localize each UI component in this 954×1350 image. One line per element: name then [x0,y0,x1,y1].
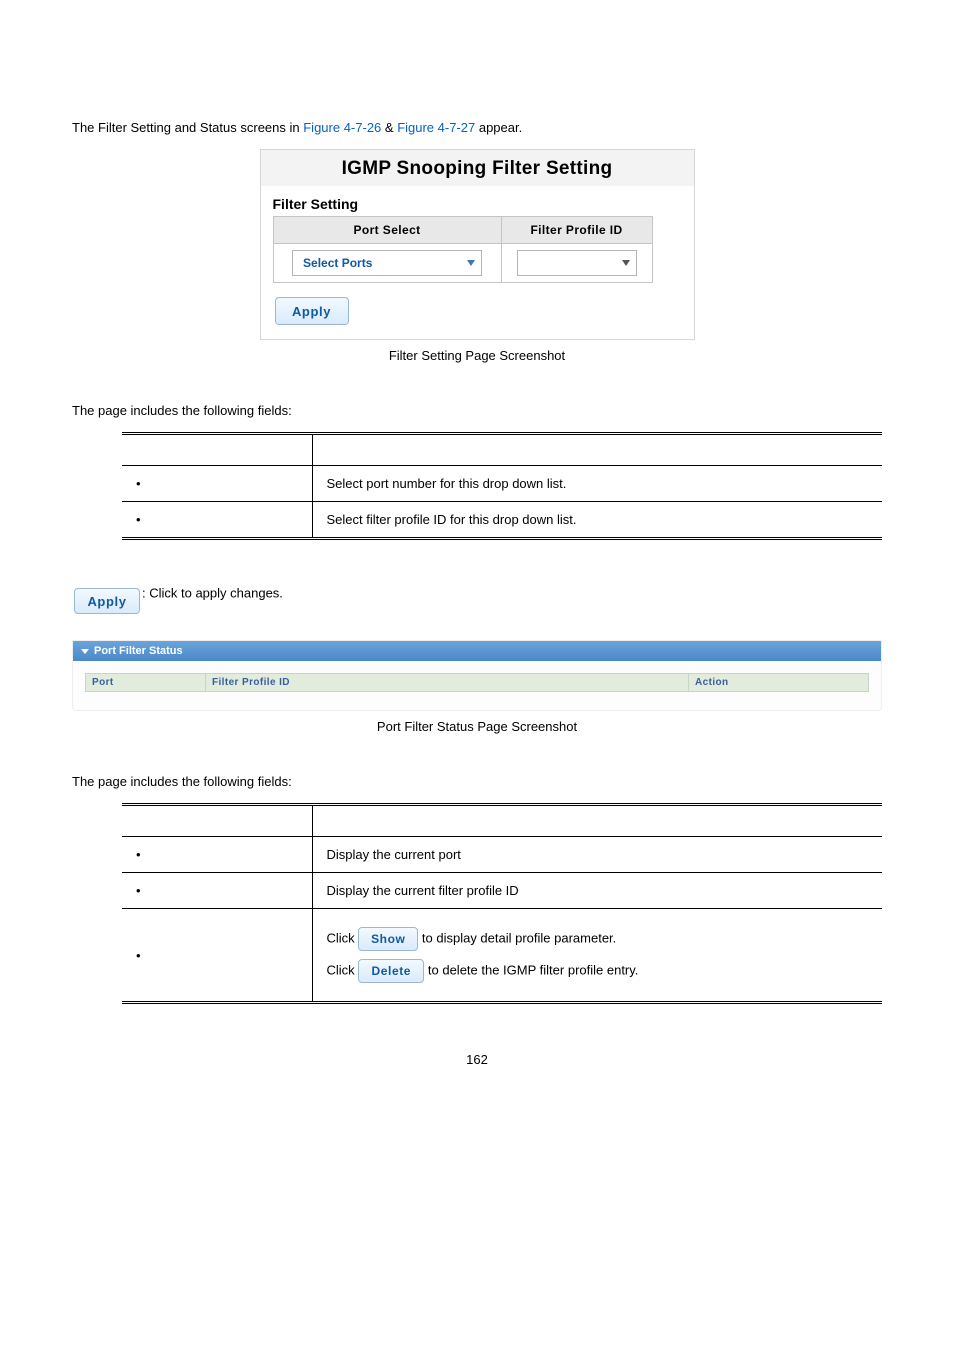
desc-cell: Select port number for this drop down li… [312,466,882,502]
bullet-icon: • [136,948,154,963]
show-label: Show [371,932,405,946]
status-th-action: Action [689,674,869,692]
th-filter-profile-id: Filter Profile ID [501,217,652,244]
figure-link-2[interactable]: Figure 4-7-27 [397,120,475,135]
action-desc-cell: Click Show to display detail profile par… [312,909,882,1003]
fields-table-2: • Display the current port • Display the… [122,803,882,1004]
th-object [122,805,312,837]
delete-button[interactable]: Delete [358,959,424,983]
caption-1: Filter Setting Page Screenshot [72,348,882,363]
desc-cell: Select filter profile ID for this drop d… [312,502,882,539]
table-row: • Select filter profile ID for this drop… [122,502,882,539]
apply-button[interactable]: Apply [275,297,349,325]
table-row: • Display the current port [122,837,882,873]
screenshot-title-row: IGMP Snooping Filter Setting [261,150,694,186]
buttons-description: Apply : Click to apply changes. [72,574,882,614]
click-text: Click [327,962,359,977]
bullet-icon: • [136,512,154,527]
status-table: Port Filter Profile ID Action [85,673,869,692]
figure-link-1[interactable]: Figure 4-7-26 [303,120,381,135]
filter-setting-table: Port Select Filter Profile ID Select Por… [273,216,653,283]
port-select-label: Select Ports [303,256,372,270]
delete-suffix: to delete the IGMP filter profile entry. [424,962,638,977]
page-number: 162 [72,1052,882,1067]
bullet-icon: • [136,883,154,898]
bullet-icon: • [136,847,154,862]
chevron-down-icon [622,260,630,266]
intro-text: The Filter Setting and Status screens in… [72,120,882,135]
desc-cell: Display the current port [312,837,882,873]
th-object [122,434,312,466]
table-row: • Select port number for this drop down … [122,466,882,502]
intro-amp: & [381,120,397,135]
filter-setting-screenshot: IGMP Snooping Filter Setting Filter Sett… [260,149,695,340]
apply-label: Apply [87,594,126,609]
apply-label: Apply [292,304,331,319]
intro-prefix: The Filter Setting and Status screens in [72,120,303,135]
th-description [312,434,882,466]
click-text: Click [327,930,359,945]
desc-cell: Display the current filter profile ID [312,873,882,909]
apply-desc: : Click to apply changes. [142,585,283,600]
chevron-down-icon [467,260,475,266]
status-th-port: Port [86,674,206,692]
table-row: • Click Show to display detail profile p… [122,909,882,1003]
filter-setting-heading: Filter Setting [273,196,682,212]
port-filter-status-screenshot: Port Filter Status Port Filter Profile I… [72,640,882,711]
fields-table-1: • Select port number for this drop down … [122,432,882,540]
intro-suffix: appear. [475,120,522,135]
caption-2: Port Filter Status Page Screenshot [72,719,882,734]
fields-intro-2: The page includes the following fields: [72,774,882,789]
fields-intro-1: The page includes the following fields: [72,403,882,418]
filter-profile-dropdown[interactable] [517,250,637,276]
th-port-select: Port Select [273,217,501,244]
status-th-filter-profile: Filter Profile ID [206,674,689,692]
port-select-dropdown[interactable]: Select Ports [292,250,482,276]
status-card-header[interactable]: Port Filter Status [73,641,881,661]
table-row: • Display the current filter profile ID [122,873,882,909]
apply-button-inline[interactable]: Apply [74,588,140,614]
th-description [312,805,882,837]
screenshot-title: IGMP Snooping Filter Setting [342,158,613,179]
show-suffix: to display detail profile parameter. [418,930,616,945]
show-button[interactable]: Show [358,927,418,951]
delete-label: Delete [371,964,411,978]
bullet-icon: • [136,476,154,491]
chevron-down-icon [81,649,89,654]
status-header-text: Port Filter Status [94,645,183,657]
